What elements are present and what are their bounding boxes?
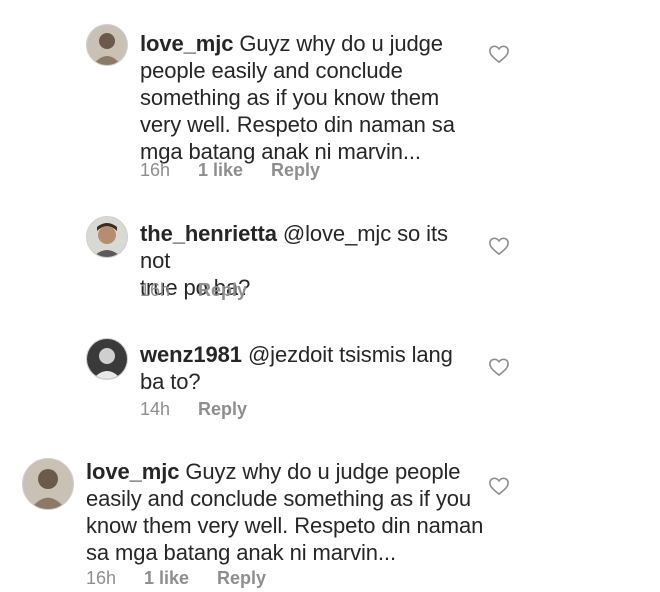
comment-username[interactable]: wenz1981 xyxy=(140,342,242,367)
comment-time: 16h xyxy=(86,568,117,588)
heart-icon xyxy=(489,237,509,255)
reply-button[interactable]: Reply xyxy=(198,280,247,301)
comment-time: 16h xyxy=(140,280,171,300)
comment-username[interactable]: love_mjc xyxy=(140,31,233,56)
reply-button[interactable]: Reply xyxy=(198,399,247,420)
user-avatar-icon xyxy=(87,25,127,65)
comment-time: 16h xyxy=(140,160,171,180)
like-button[interactable] xyxy=(488,44,510,64)
comment-meta: 16h Reply xyxy=(140,280,247,301)
avatar[interactable] xyxy=(86,216,128,258)
heart-icon xyxy=(489,45,509,63)
like-button[interactable] xyxy=(488,476,510,496)
comment-time: 14h xyxy=(140,399,171,419)
like-button[interactable] xyxy=(488,357,510,377)
avatar[interactable] xyxy=(86,338,128,380)
comment-text: love_mjc Guyz why do u judge people easi… xyxy=(86,459,484,565)
user-avatar-icon xyxy=(23,459,73,509)
user-avatar-icon xyxy=(87,217,127,257)
reply-button[interactable]: Reply xyxy=(271,160,320,181)
avatar[interactable] xyxy=(22,458,74,510)
heart-icon xyxy=(489,477,509,495)
user-avatar-icon xyxy=(87,339,127,379)
like-count[interactable]: 1 like xyxy=(198,160,271,181)
like-count[interactable]: 1 like xyxy=(144,568,217,589)
avatar[interactable] xyxy=(86,24,128,66)
comment-meta: 16h 1 like Reply xyxy=(140,160,320,181)
comment-meta: 16h 1 like Reply xyxy=(86,568,266,589)
comment-username[interactable]: love_mjc xyxy=(86,459,179,484)
like-button[interactable] xyxy=(488,236,510,256)
comment-meta: 14h Reply xyxy=(140,399,247,420)
comment-text: love_mjc Guyz why do u judge people easi… xyxy=(140,31,455,164)
comment-text: wenz1981 @jezdoit tsismis lang ba to? xyxy=(140,342,453,394)
heart-icon xyxy=(489,358,509,376)
reply-button[interactable]: Reply xyxy=(217,568,266,589)
comment-username[interactable]: the_henrietta xyxy=(140,221,277,246)
